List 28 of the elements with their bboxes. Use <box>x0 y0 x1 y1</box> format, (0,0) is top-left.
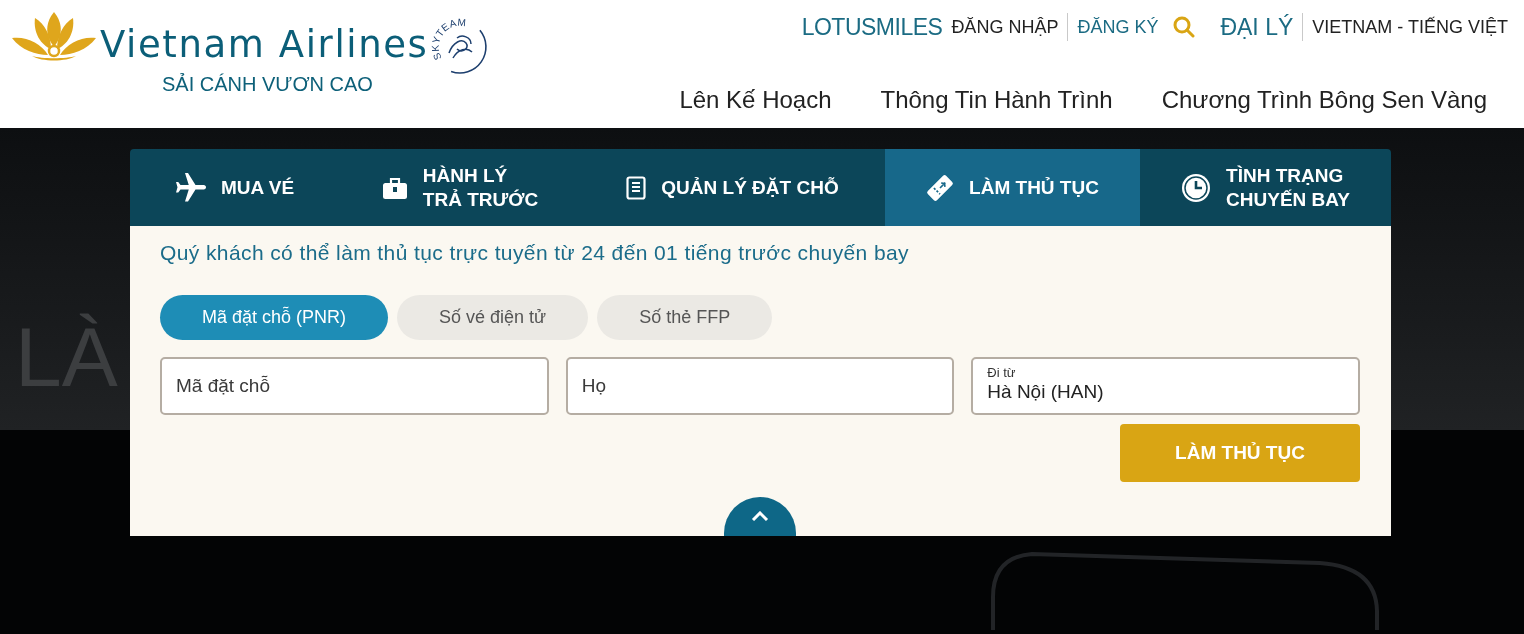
panel-tab[interactable]: QUẢN LÝ ĐẶT CHỖ <box>580 149 885 226</box>
nav-link[interactable]: Lên Kế Hoạch <box>679 84 832 116</box>
header-link[interactable]: VIETNAM - TIẾNG VIỆT <box>1312 16 1508 38</box>
tagline: SẢI CÁNH VƯƠN CAO <box>162 72 374 97</box>
text-field[interactable]: Họ <box>565 357 955 415</box>
lotus-logo-icon <box>12 10 96 62</box>
lookup-option-tab[interactable]: Số thẻ FFP <box>597 295 773 340</box>
lookup-option-tab[interactable]: Mã đặt chỗ (PNR) <box>160 295 389 340</box>
text-field[interactable]: Mã đặt chỗ <box>160 357 549 415</box>
nav-link[interactable]: Thông Tin Hành Trình <box>880 84 1113 116</box>
agent-link[interactable]: ĐẠI LÝ <box>1220 13 1294 41</box>
plane-icon <box>175 172 206 203</box>
panel-tab[interactable]: LÀM THỦ TỤC <box>885 149 1140 226</box>
clock-icon <box>1181 172 1212 203</box>
panel-tab[interactable]: MUA VÉ <box>130 149 340 226</box>
nav-link[interactable]: Chương Trình Bông Sen Vàng <box>1161 84 1487 116</box>
panel-tab[interactable]: HÀNH LÝ TRẢ TRƯỚC <box>340 149 580 226</box>
loyalty-program-link[interactable]: LOTUSMILES <box>801 13 943 41</box>
departure-field[interactable]: Đi từ Hà Nội (HAN) <box>971 357 1360 415</box>
brand-name: Vietnam Airlines <box>100 22 429 68</box>
notebook-icon <box>626 175 647 200</box>
chevron-up-icon <box>751 511 769 521</box>
checkin-notice: Quý khách có thể làm thủ tục trực tuyến từ 24 đến 01 tiếng trước chuyến bay <box>160 240 910 266</box>
register-link[interactable]: ĐĂNG KÝ <box>1077 16 1159 38</box>
suitcase-icon <box>381 176 408 199</box>
panel-tab[interactable]: TÌNH TRẠNG CHUYẾN BAY <box>1140 149 1391 226</box>
header-link[interactable]: ĐĂNG NHẬP <box>951 16 1059 38</box>
lookup-option-tab[interactable]: Số vé điện tử <box>397 295 589 340</box>
